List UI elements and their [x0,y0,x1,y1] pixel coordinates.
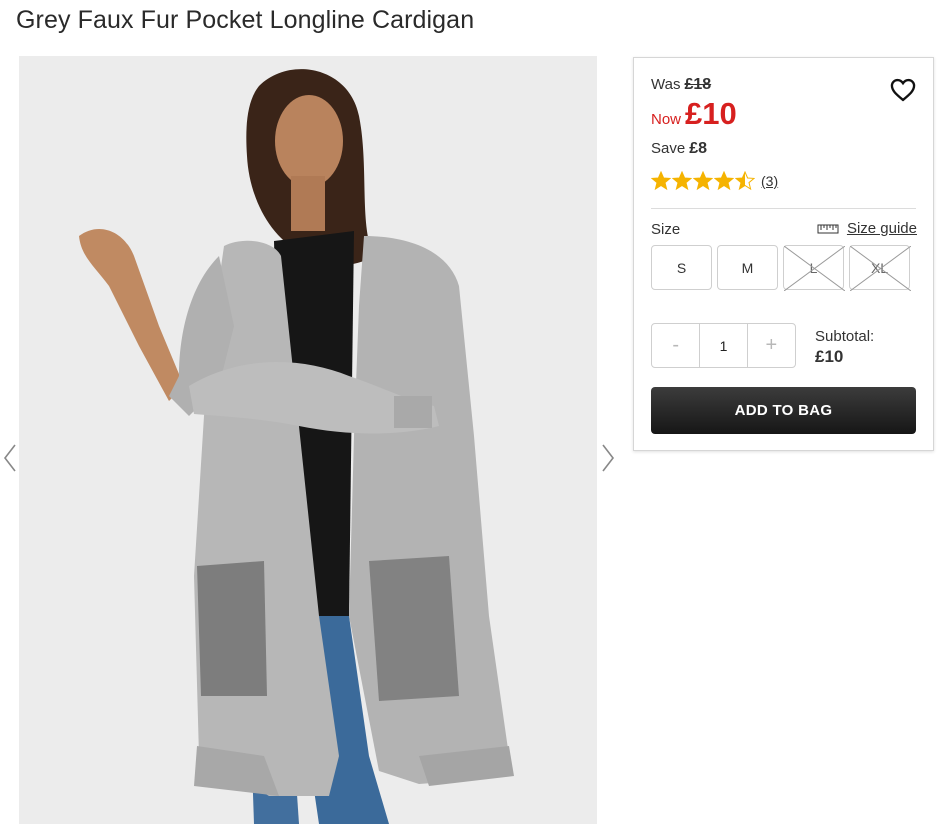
size-guide-link[interactable]: Size guide [817,220,917,237]
chevron-left-icon [3,444,16,472]
subtotal: Subtotal: £10 [815,328,874,367]
size-guide-label: Size guide [846,220,917,237]
heart-icon [890,78,916,102]
star-full-icon [693,171,713,191]
size-label: Size [651,221,681,238]
product-image [19,56,597,824]
quantity-input[interactable]: 1 [699,324,748,367]
was-price-row: Was £18 [651,76,711,94]
ruler-icon [817,224,839,233]
now-price-row: Now £10 [651,96,737,132]
quantity-stepper: - 1 + [651,323,796,368]
size-options: S M L XL [651,245,911,291]
star-full-icon [651,171,671,191]
subtotal-label: Subtotal: [815,328,875,345]
gallery-next-button[interactable] [598,441,618,475]
chevron-right-icon [602,444,615,472]
star-half-icon [735,171,755,191]
was-label: Was [651,76,681,93]
star-rating [651,171,755,191]
add-to-bag-button[interactable]: ADD TO BAG [651,387,916,434]
quantity-decrease-button[interactable]: - [652,324,699,367]
now-price: £10 [685,96,737,131]
was-price: £18 [684,76,712,93]
save-label: Save [651,140,686,157]
size-option-label: M [741,259,754,276]
subtotal-amount: £10 [815,347,844,366]
star-full-icon [672,171,692,191]
gallery-prev-button[interactable] [0,441,20,475]
purchase-panel: Was £18 Now £10 Save £8 (3) Size Size guide… [633,57,934,451]
review-count-link[interactable]: (3) [761,173,778,189]
divider [651,208,916,209]
quantity-increase-button[interactable]: + [748,324,795,367]
size-option-xl-unavailable[interactable]: XL [849,245,911,291]
size-option-m[interactable]: M [717,245,778,290]
unavailable-cross-icon [850,246,911,291]
size-option-l-unavailable[interactable]: L [783,245,845,291]
size-option-label: S [676,259,687,276]
star-full-icon [714,171,734,191]
save-row: Save £8 [651,140,707,158]
size-option-s[interactable]: S [651,245,712,290]
product-title: Grey Faux Fur Pocket Longline Cardigan [16,6,475,34]
product-gallery [0,56,625,824]
rating: (3) [651,171,778,191]
now-label: Now [651,111,682,128]
wishlist-button[interactable] [889,76,917,104]
unavailable-cross-icon [784,246,845,291]
save-amount: £8 [689,140,707,157]
